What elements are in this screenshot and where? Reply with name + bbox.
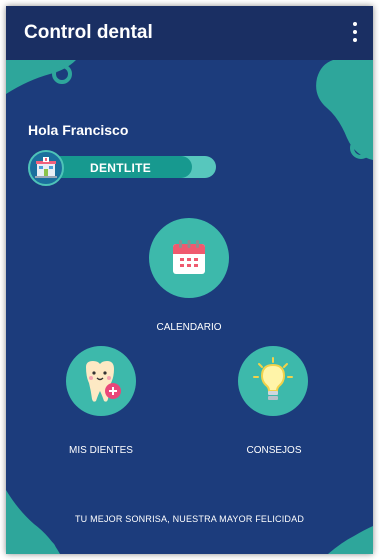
my-teeth-tile[interactable]: MIS DIENTES (50, 346, 170, 461)
decorative-blob-top-right (316, 60, 373, 160)
decorative-blob-bottom-right (328, 526, 373, 554)
calendar-label: CALENDARIO (156, 322, 222, 333)
decorative-blob-top-left (6, 60, 76, 94)
tips-label: CONSEJOS (246, 445, 302, 456)
calendar-icon (173, 240, 205, 274)
calendar-tile-circle (149, 218, 229, 298)
my-teeth-tile-circle (66, 346, 136, 416)
clinic-selector[interactable]: DENTLITE (28, 150, 216, 186)
tips-tile[interactable]: CONSEJOS (228, 346, 348, 461)
tooth-add-icon (86, 361, 121, 402)
app-screen: Control dental Hola Francisco DENTLITE C… (6, 6, 373, 554)
tips-tile-circle (238, 346, 308, 416)
clinic-building-icon (28, 150, 64, 186)
lightbulb-icon (253, 357, 293, 400)
greeting-text: Hola Francisco (28, 122, 129, 138)
app-bar: Control dental (6, 6, 373, 60)
slogan-text: TU MEJOR SONRISA, NUESTRA MAYOR FELICIDA… (74, 514, 305, 524)
app-title: Control dental (24, 22, 153, 43)
overflow-menu-icon[interactable] (343, 18, 367, 48)
my-teeth-label: MIS DIENTES (69, 445, 133, 456)
calendar-tile[interactable]: CALENDARIO (129, 218, 249, 348)
clinic-name: DENTLITE (90, 161, 152, 175)
